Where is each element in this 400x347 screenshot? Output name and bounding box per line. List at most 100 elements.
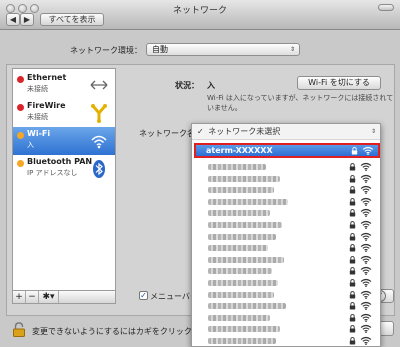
status-dot — [17, 132, 24, 139]
lock-icon — [349, 232, 356, 241]
lock-icon — [349, 174, 356, 183]
network-item-selected[interactable]: aterm-XXXXXX — [194, 143, 380, 158]
lock-icon — [351, 147, 358, 155]
popup-arrows-icon: ⇕ — [370, 128, 376, 135]
forward-button[interactable]: ▶ — [20, 13, 34, 26]
back-button[interactable]: ◀ — [6, 13, 20, 26]
lock-icon — [349, 279, 356, 287]
network-name: aterm-XXXXXX — [206, 146, 273, 155]
redacted-network-name — [208, 256, 284, 263]
wifi-signal-icon — [360, 266, 372, 276]
wifi-signal-icon — [360, 174, 372, 183]
redacted-network-name — [208, 175, 280, 182]
service-status: 未接続 — [27, 85, 48, 93]
network-item[interactable] — [196, 161, 378, 172]
gear-icon[interactable]: ✱▾ — [39, 291, 59, 303]
network-item[interactable] — [196, 300, 378, 311]
menubar-checkbox[interactable]: ✓ — [139, 291, 148, 300]
show-all-button[interactable]: すべてを表示 — [40, 13, 104, 26]
redacted-network-name — [208, 280, 278, 286]
network-item[interactable] — [196, 312, 378, 323]
wifi-signal-icon — [360, 197, 372, 206]
location-label: ネットワーク環境： — [70, 46, 142, 55]
redacted-network-name — [208, 245, 268, 252]
wifi-signal-icon — [360, 232, 372, 241]
network-item[interactable] — [196, 277, 378, 288]
service-name: Bluetooth PAN — [27, 157, 93, 166]
lock-icon — [349, 255, 356, 264]
lock-icon[interactable] — [12, 322, 26, 337]
add-service-button[interactable]: + — [13, 291, 26, 303]
service-item-wifi[interactable]: Wi-Fi 入 — [13, 127, 115, 155]
network-item[interactable] — [196, 323, 378, 334]
status-description: Wi-Fi は入になっていますが、ネットワークには接続されていません。 — [207, 94, 394, 112]
lock-icon — [349, 337, 356, 345]
no-network-selected-item[interactable]: ✓ ネットワーク未選択 ⇕ — [192, 124, 380, 140]
wifi-signal-icon — [360, 278, 372, 287]
wifi-signal-icon — [360, 324, 372, 334]
lock-icon — [349, 197, 356, 206]
bluetooth-icon — [89, 159, 109, 179]
status-dot — [17, 76, 24, 83]
network-item[interactable] — [196, 242, 378, 253]
redacted-network-name — [208, 198, 288, 205]
redacted-network-name — [208, 314, 270, 321]
network-item[interactable] — [196, 231, 378, 242]
redacted-network-name — [208, 210, 270, 217]
service-status: 入 — [27, 141, 34, 149]
network-item[interactable] — [196, 335, 378, 346]
wifi-signal-icon — [360, 290, 372, 299]
wifi-signal-icon — [360, 208, 372, 218]
service-item-ethernet[interactable]: Ethernet 未接続 — [13, 71, 115, 99]
lock-icon — [349, 267, 356, 275]
wifi-icon — [89, 131, 109, 151]
status-dot — [17, 160, 24, 167]
lock-icon — [349, 313, 356, 322]
lock-icon — [349, 244, 356, 252]
wifi-signal-icon — [360, 255, 372, 264]
service-item-bluetooth-pan[interactable]: Bluetooth PAN IP アドレスなし — [13, 155, 115, 183]
wifi-signal-icon — [360, 313, 372, 322]
lock-icon — [349, 325, 356, 333]
lock-icon — [349, 186, 356, 194]
toolbar-toggle-button[interactable] — [378, 4, 394, 11]
service-name: Wi-Fi — [27, 129, 51, 138]
redacted-network-name — [208, 291, 274, 298]
location-value: 自動 — [152, 45, 168, 54]
wifi-signal-icon — [360, 243, 372, 253]
checkmark-icon: ✓ — [197, 127, 204, 136]
network-item[interactable] — [196, 196, 378, 207]
location-popup[interactable]: 自動 ⇕ — [146, 43, 300, 56]
service-name: Ethernet — [27, 73, 67, 82]
lock-icon — [349, 209, 356, 217]
redacted-network-name — [208, 303, 286, 310]
network-item[interactable] — [196, 184, 378, 195]
lock-icon — [349, 163, 356, 171]
network-item[interactable] — [196, 207, 378, 218]
service-name: FireWire — [27, 101, 66, 110]
status-value: 入 — [207, 81, 215, 90]
status-label: 状況： — [175, 81, 199, 90]
wifi-signal-icon — [360, 301, 372, 311]
redacted-network-name — [208, 187, 274, 194]
network-item[interactable] — [196, 219, 378, 230]
network-item[interactable] — [196, 289, 378, 300]
service-item-firewire[interactable]: FireWire 未接続 — [13, 99, 115, 127]
turn-wifi-off-button[interactable]: Wi-Fi を切にする — [297, 76, 381, 90]
no-network-selected-label: ネットワーク未選択 — [208, 127, 281, 136]
wifi-signal-icon — [362, 146, 374, 155]
redacted-network-name — [208, 326, 280, 333]
network-item[interactable] — [196, 254, 378, 265]
service-list-toolbar: + − ✱▾ — [12, 291, 116, 304]
popup-arrows-icon: ⇕ — [289, 46, 295, 53]
redacted-network-name — [208, 233, 276, 240]
lock-icon — [349, 290, 356, 299]
wifi-signal-icon — [360, 162, 372, 171]
redacted-network-name — [208, 268, 272, 275]
remove-service-button[interactable]: − — [26, 291, 39, 303]
title-bar: ネットワーク ◀ ▶ すべてを表示 — [0, 0, 400, 30]
network-item[interactable] — [196, 173, 378, 184]
firewire-icon — [89, 103, 109, 123]
service-status: 未接続 — [27, 113, 48, 121]
network-item[interactable] — [196, 265, 378, 276]
